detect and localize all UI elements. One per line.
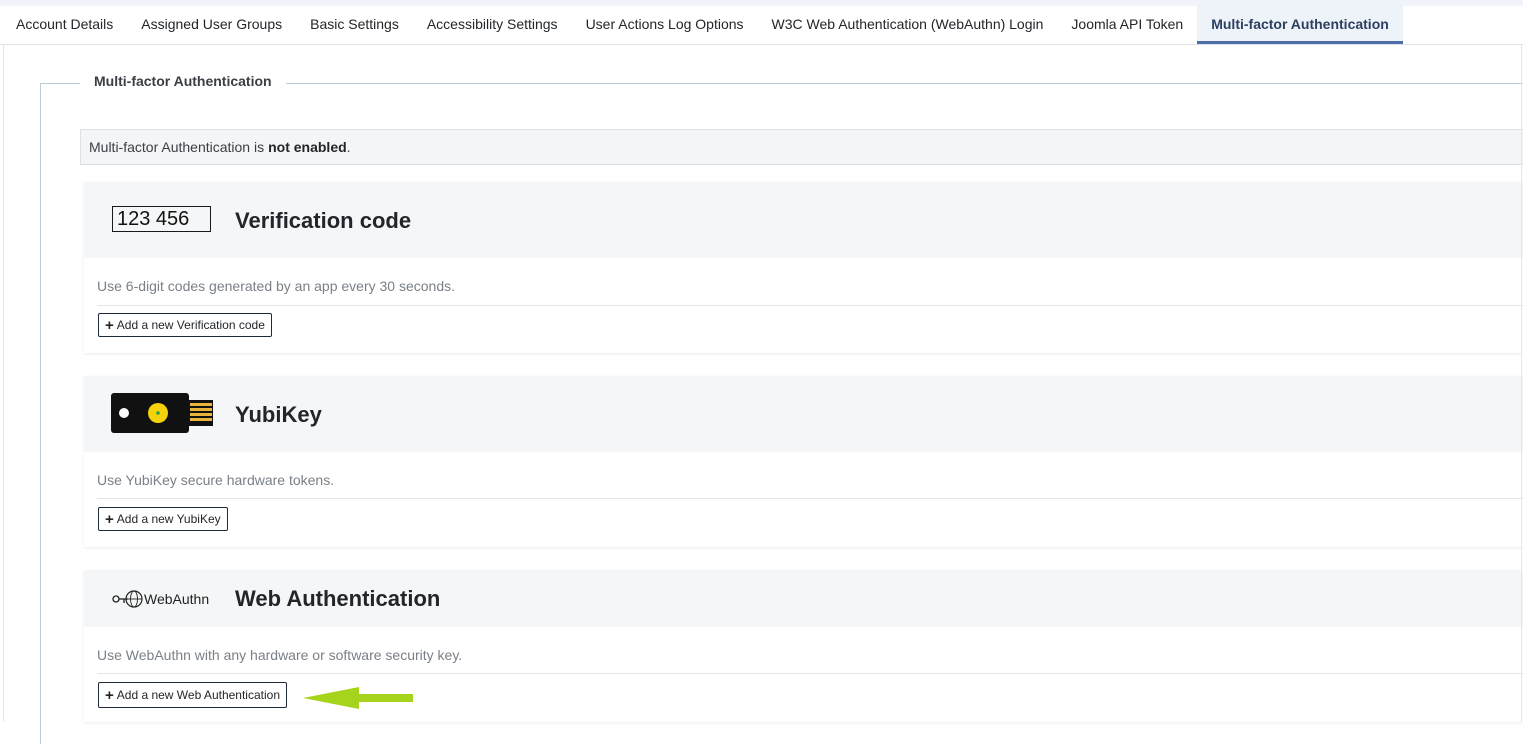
webauthn-icon: WebAuthn: [112, 590, 209, 608]
plus-icon: +: [105, 510, 114, 528]
add-verification-code-button[interactable]: + Add a new Verification code: [98, 313, 272, 337]
card-divider: [97, 305, 1523, 306]
tab-basic-settings[interactable]: Basic Settings: [296, 6, 413, 44]
method-description: Use WebAuthn with any hardware or softwa…: [97, 647, 463, 663]
card-header: YubiKey: [84, 376, 1523, 452]
tab-bar: Account Details Assigned User Groups Bas…: [0, 6, 1523, 45]
key-globe-icon: [112, 590, 143, 608]
method-title: YubiKey: [235, 402, 322, 427]
method-title: Verification code: [235, 208, 412, 233]
button-label: Add a new YubiKey: [116, 512, 221, 526]
tab-account-details[interactable]: Account Details: [0, 6, 127, 44]
method-card-yubikey: YubiKey Use YubiKey secure hardware toke…: [84, 376, 1523, 547]
verification-code-icon: 123 456: [112, 206, 211, 232]
alert-suffix: .: [346, 139, 351, 155]
card-divider: [97, 673, 1523, 674]
tab-joomla-api-token[interactable]: Joomla API Token: [1057, 6, 1197, 44]
add-yubikey-button[interactable]: + Add a new YubiKey: [98, 507, 228, 531]
method-description: Use 6-digit codes generated by an app ev…: [97, 278, 456, 294]
tab-accessibility-settings[interactable]: Accessibility Settings: [413, 6, 572, 44]
card-header: WebAuthn Web Authentication: [84, 570, 1523, 627]
webauthn-logo-text: WebAuthn: [144, 591, 210, 607]
card-divider: [97, 498, 1523, 499]
tab-user-actions-log-options[interactable]: User Actions Log Options: [572, 6, 758, 44]
button-label: Add a new Verification code: [116, 318, 265, 332]
method-description: Use YubiKey secure hardware tokens.: [97, 472, 335, 488]
tab-assigned-user-groups[interactable]: Assigned User Groups: [127, 6, 296, 44]
method-title: Web Authentication: [235, 586, 441, 611]
highlight-arrow-icon: [303, 687, 413, 709]
tab-webauthn-login[interactable]: W3C Web Authentication (WebAuthn) Login: [758, 6, 1058, 44]
tab-multi-factor-authentication[interactable]: Multi-factor Authentication: [1197, 6, 1403, 44]
alert-status: not enabled: [268, 139, 347, 155]
add-web-authentication-button[interactable]: + Add a new Web Authentication: [98, 682, 287, 708]
method-card-web-authentication: WebAuthn Web Authentication Use WebAuthn…: [84, 570, 1523, 722]
plus-icon: +: [105, 316, 114, 334]
plus-icon: +: [105, 686, 114, 704]
alert-prefix: Multi-factor Authentication is: [89, 139, 265, 155]
mfa-status-alert: Multi-factor Authentication is not enabl…: [80, 129, 1523, 165]
panel-left-border: [3, 44, 4, 722]
panel-right-border: [1521, 44, 1522, 722]
fieldset-legend: Multi-factor Authentication: [80, 73, 286, 89]
yubikey-icon: [111, 393, 213, 433]
card-header: 123 456 Verification code: [84, 182, 1523, 258]
method-card-verification-code: 123 456 Verification code Use 6-digit co…: [84, 182, 1523, 353]
button-label: Add a new Web Authentication: [116, 688, 280, 702]
